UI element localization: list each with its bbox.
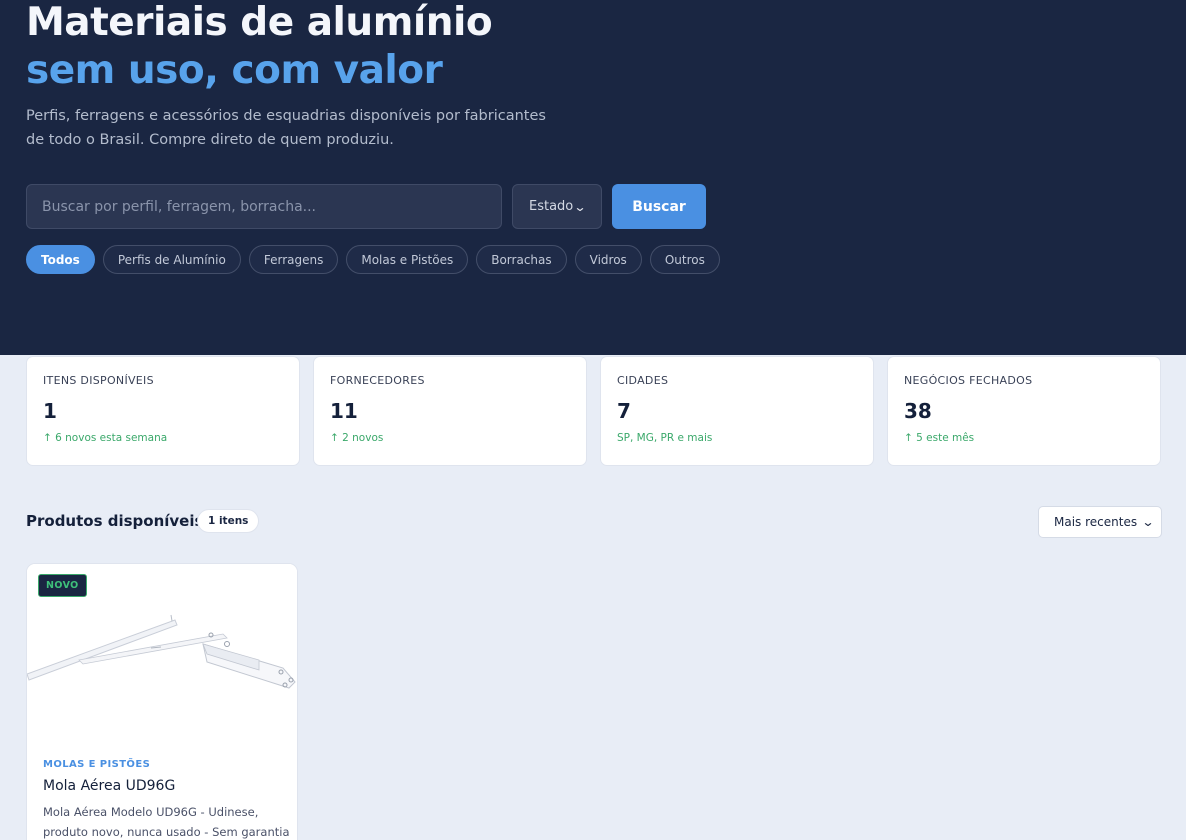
stat-note: SP, MG, PR e mais <box>617 432 713 444</box>
category-chip-outros[interactable]: Outros <box>649 245 720 274</box>
chevron-down-icon: ⌄ <box>1141 515 1155 529</box>
search-input[interactable] <box>26 184 502 229</box>
product-title: Mola Aérea UD96G <box>43 778 176 794</box>
product-image: NOVO <box>27 564 297 746</box>
category-chip-vidros[interactable]: Vidros <box>574 245 642 274</box>
product-category: MOLAS E PISTÕES <box>43 759 151 770</box>
stat-card-suppliers: FORNECEDORES 11 ↑ 2 novos <box>313 356 587 466</box>
stat-card-items: ITENS DISPONÍVEIS 1 ↑ 6 novos esta seman… <box>26 356 300 466</box>
products-count-badge: 1 itens <box>197 509 260 533</box>
stat-note: ↑ 5 este mês <box>904 432 975 444</box>
sort-select[interactable]: Mais recentes ⌄ <box>1038 506 1162 538</box>
hero-title: Materiais de alumínio <box>26 0 493 45</box>
hero-banner: Materiais de alumínio sem uso, com valor… <box>0 0 1186 355</box>
category-chip-todos[interactable]: Todos <box>26 245 95 274</box>
chevron-down-icon: ⌄ <box>573 199 587 214</box>
stat-label: ITENS DISPONÍVEIS <box>43 374 154 387</box>
search-button[interactable]: Buscar <box>612 184 706 229</box>
sort-select-label: Mais recentes <box>1054 515 1138 529</box>
stat-label: FORNECEDORES <box>330 374 425 387</box>
state-select[interactable]: Estado ⌄ <box>512 184 602 229</box>
stat-value: 11 <box>330 399 358 423</box>
product-description: Mola Aérea Modelo UD96G - Udinese, produ… <box>43 805 290 839</box>
stat-card-deals: NEGÓCIOS FECHADOS 38 ↑ 5 este mês <box>887 356 1161 466</box>
stat-value: 38 <box>904 399 932 423</box>
category-chip-ferragens[interactable]: Ferragens <box>248 245 339 274</box>
product-card[interactable]: NOVO MOLAS E PISTÕES Mola Aérea UD96G Mo… <box>26 563 298 840</box>
category-filter-bar: Todos Perfis de Alumínio Ferragens Molas… <box>26 245 720 274</box>
hero-title-accent: sem uso, com valor <box>26 48 443 93</box>
products-section-title: Produtos disponíveis <box>26 512 204 530</box>
category-chip-borrachas[interactable]: Borrachas <box>476 245 567 274</box>
hero-subtitle: Perfis, ferragens e acessórios de esquad… <box>26 108 546 148</box>
category-chip-perfis[interactable]: Perfis de Alumínio <box>102 245 241 274</box>
category-chip-molas[interactable]: Molas e Pistões <box>346 245 469 274</box>
stat-label: NEGÓCIOS FECHADOS <box>904 374 1033 387</box>
stat-note: ↑ 2 novos <box>330 432 384 444</box>
stat-note: ↑ 6 novos esta semana <box>43 432 168 444</box>
stat-card-cities: CIDADES 7 SP, MG, PR e mais <box>600 356 874 466</box>
stat-value: 1 <box>43 399 57 423</box>
state-select-label: Estado <box>529 199 574 214</box>
stat-value: 7 <box>617 399 631 423</box>
new-badge: NOVO <box>38 574 87 597</box>
stat-label: CIDADES <box>617 374 669 387</box>
